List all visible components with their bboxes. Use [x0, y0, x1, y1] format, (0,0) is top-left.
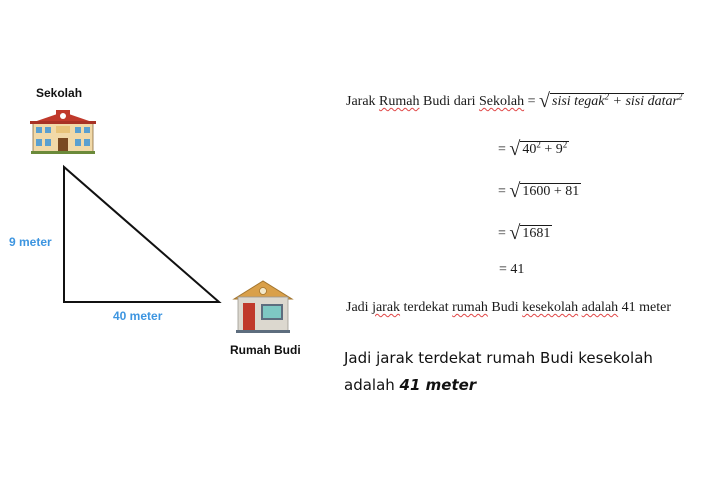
formula-text: Budi: [487, 300, 523, 315]
summary-answer: 41 meter: [399, 376, 477, 394]
right-triangle: [63, 164, 222, 303]
formula-text: Budi: [419, 94, 454, 109]
house-icon: [232, 280, 294, 333]
formula-text: 1681: [520, 225, 553, 241]
formula-conclusion: Jadi jarak terdekat rumah Budi kesekolah…: [346, 300, 671, 316]
radical: √ 1600 + 81: [509, 180, 582, 202]
formula-text: sisi datar: [625, 94, 678, 109]
formula-line-1: Jarak Rumah Budi dari Sekolah = √ sisi te…: [346, 90, 685, 113]
formula-word-sekolah: Sekolah: [479, 94, 525, 109]
school-building-icon: [30, 110, 96, 154]
radical: √ 402 + 92: [509, 138, 570, 160]
formula-text: +: [609, 94, 626, 109]
summary-text: Jadi jarak terdekat rumah Budi kesekolah…: [344, 345, 684, 399]
formula-text: terdekat: [400, 300, 453, 315]
formula-text: 41 meter: [618, 300, 672, 315]
radical: √ sisi tegak2 + sisi datar2: [539, 90, 685, 112]
formula-word: adalah: [581, 300, 619, 315]
formula-text: + 9: [540, 142, 563, 157]
formula-word: jarak: [372, 300, 401, 315]
formula-text: sisi tegak: [552, 94, 605, 109]
vertical-side-label: 9 meter: [9, 235, 52, 249]
formula-text: 1600 + 81: [520, 183, 582, 199]
formula-line-4: = √ 1681: [498, 222, 553, 245]
home-label: Rumah Budi: [230, 343, 301, 357]
formula-word-rumah: Rumah: [379, 94, 420, 109]
formula-text: =: [498, 142, 510, 157]
formula-text: =: [498, 184, 510, 199]
radical: √ 1681: [509, 222, 553, 244]
formula-line-2: = √ 402 + 92: [498, 138, 570, 161]
formula-line-3: = √ 1600 + 81: [498, 180, 582, 203]
exponent: 2: [562, 139, 568, 150]
formula-text: dari: [453, 94, 476, 109]
formula-text: Jarak: [346, 94, 380, 109]
exponent: 2: [677, 91, 683, 102]
formula-text: =: [498, 226, 510, 241]
formula-word: rumah: [452, 300, 488, 315]
summary-body: Jadi jarak terdekat rumah Budi kesekolah…: [344, 349, 653, 394]
formula-text: Jadi: [346, 300, 373, 315]
formula-text: =: [524, 94, 540, 109]
formula-text: 40: [522, 142, 537, 157]
horizontal-side-label: 40 meter: [113, 309, 163, 323]
school-label: Sekolah: [36, 86, 83, 100]
formula-word: kesekolah: [522, 300, 579, 315]
formula-line-5: = 41: [499, 262, 525, 277]
